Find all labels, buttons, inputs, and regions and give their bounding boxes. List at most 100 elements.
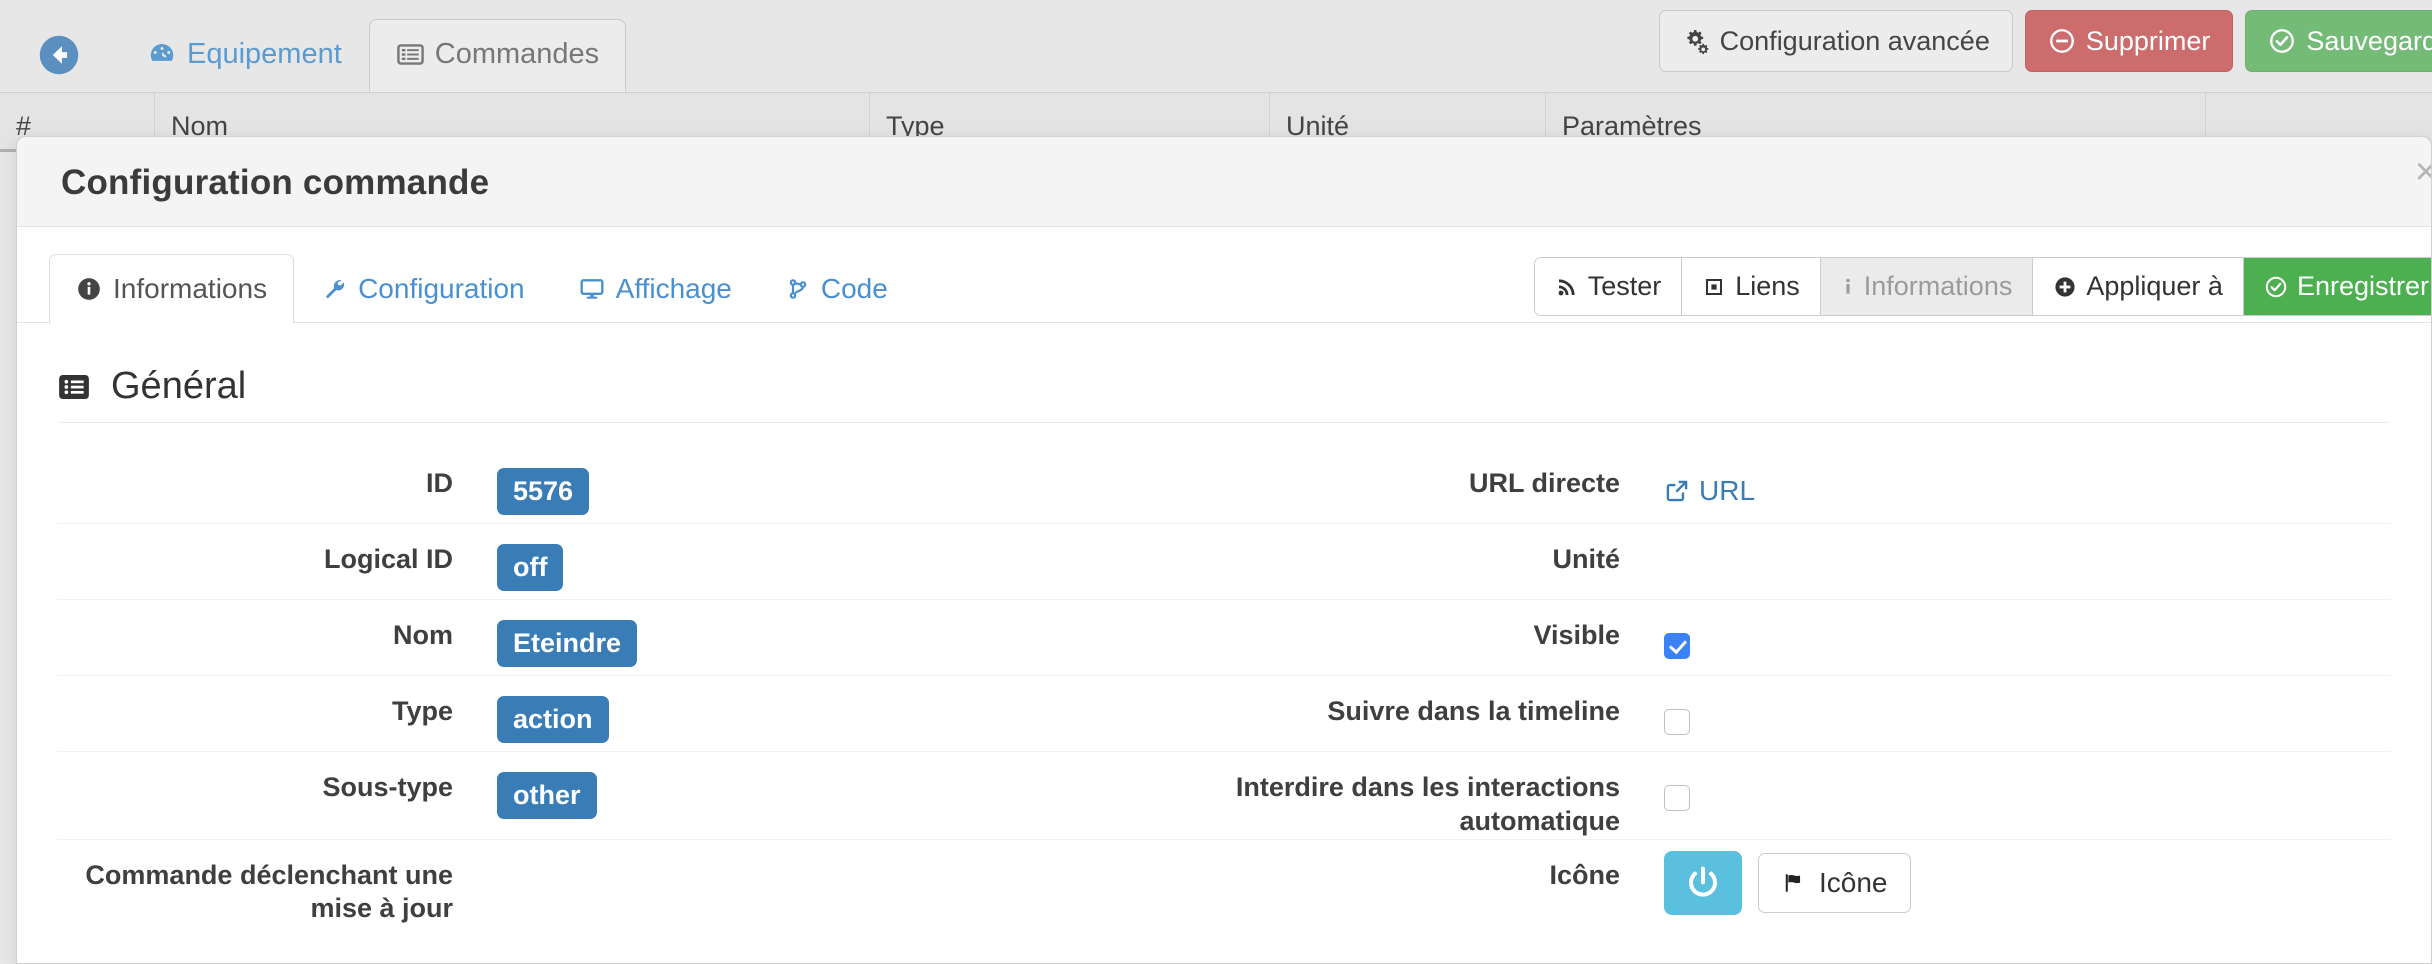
visible-checkbox[interactable] <box>1664 633 1690 659</box>
supprimer-button[interactable]: Supprimer <box>2024 10 2234 72</box>
field-sous-type-control: other <box>453 751 597 827</box>
informations-button[interactable]: Informations <box>1820 258 2034 315</box>
nav-tab-equipement-label: Equipement <box>187 37 342 70</box>
field-nom-label: Nom <box>393 620 453 650</box>
close-icon[interactable]: × <box>2415 151 2431 194</box>
tester-label: Tester <box>1587 271 1662 301</box>
liens-button[interactable]: Liens <box>1682 258 1821 315</box>
field-commande-declenchant-label: Commande déclenchant une mise à jour <box>85 859 453 924</box>
minus-circle-icon <box>2048 27 2076 55</box>
form-row-nom-visible: Nom Eteindre Visible <box>57 599 2391 675</box>
nav-tab-commandes-label: Commandes <box>434 38 600 70</box>
informations-label: Informations <box>1863 271 2013 301</box>
tab-code[interactable]: Code <box>759 254 915 324</box>
appliquer-a-label: Appliquer à <box>2086 271 2223 301</box>
check-circle-icon <box>2264 275 2288 299</box>
modal-tab-bar: Informations Configuration Affichage Cod… <box>17 245 2431 324</box>
field-suivre-timeline-label: Suivre dans la timeline <box>1327 696 1620 726</box>
tab-informations-label: Informations <box>113 273 268 304</box>
field-interdire-interactions-control <box>1620 751 1690 827</box>
section-general-header: Général <box>57 365 2431 408</box>
back-button[interactable] <box>32 28 86 82</box>
suivre-timeline-checkbox[interactable] <box>1664 709 1690 735</box>
form-row-type-timeline: Type action Suivre dans la timeline <box>57 675 2391 751</box>
form-row-logicalid-unite: Logical ID off Unité <box>57 523 2391 599</box>
appliquer-a-button[interactable]: Appliquer à <box>2033 258 2244 315</box>
configuration-avancee-label: Configuration avancée <box>1719 25 1990 56</box>
field-nom-control: Eteindre <box>453 599 638 675</box>
plus-circle-icon <box>2053 275 2077 299</box>
sauvegarder-button[interactable]: Sauvegarder <box>2245 10 2432 72</box>
configuration-commande-modal: Configuration commande × Informations <box>16 136 2432 964</box>
sauvegarder-label: Sauvegarder <box>2306 25 2432 56</box>
field-type-control: action <box>453 675 609 751</box>
form-row-commande-icone: Commande déclenchant une mise à jour Icô… <box>57 838 2391 927</box>
field-sous-type-badge: other <box>497 771 597 819</box>
field-id-badge: 5576 <box>497 467 590 515</box>
icon-preview[interactable] <box>1664 850 1742 915</box>
field-unite-control <box>1620 523 1664 599</box>
field-commande-declenchant: Commande déclenchant une mise à jour <box>57 839 1224 927</box>
dashboard-icon <box>147 39 177 69</box>
tab-informations[interactable]: Informations <box>49 254 295 324</box>
field-type: Type action <box>57 675 1224 751</box>
list-alt-icon <box>396 40 425 69</box>
modal-header: Configuration commande × <box>17 137 2431 227</box>
section-general-title: Général <box>111 365 247 407</box>
field-logical-id-control: off <box>453 523 564 599</box>
code-branch-icon <box>786 276 810 302</box>
background-page: Equipement Commandes Configuration avanc… <box>0 0 2432 964</box>
row-separator <box>57 523 2391 524</box>
section-divider <box>59 422 2389 423</box>
form-row-soustype-interdire: Sous-type other Interdire dans les inter… <box>57 751 2391 839</box>
rss-icon <box>1555 275 1579 299</box>
field-interdire-interactions: Interdire dans les interactions automati… <box>1224 751 2391 839</box>
check-circle-icon <box>2268 27 2296 55</box>
modal-tabs: Informations Configuration Affichage Cod… <box>49 254 915 324</box>
icone-picker-button[interactable]: Icône <box>1758 852 1911 913</box>
enregistrer-button[interactable]: Enregistrer <box>2243 258 2431 315</box>
cogs-icon <box>1682 27 1710 55</box>
tab-affichage[interactable]: Affichage <box>552 254 759 324</box>
tab-affichage-label: Affichage <box>615 273 732 304</box>
field-icone: Icône Icône <box>1224 839 2391 927</box>
tester-button[interactable]: Tester <box>1534 258 1683 315</box>
url-link[interactable]: URL <box>1664 475 1755 507</box>
flag-icon <box>1781 870 1807 896</box>
field-id: ID 5576 <box>57 447 1224 523</box>
url-link-label: URL <box>1699 475 1756 506</box>
field-visible-label: Visible <box>1533 620 1620 650</box>
configuration-avancee-button[interactable]: Configuration avancée <box>1658 10 2013 72</box>
row-separator <box>57 599 2391 600</box>
field-logical-id: Logical ID off <box>57 523 1224 599</box>
field-sous-type-label: Sous-type <box>322 772 453 802</box>
equipment-nav-tabs: Equipement Commandes <box>120 8 627 92</box>
general-form: ID 5576 URL directe URL Logical ID off U… <box>17 447 2431 926</box>
field-visible-control <box>1620 599 1690 675</box>
field-url-directe-label: URL directe <box>1468 468 1620 498</box>
field-suivre-timeline-control <box>1620 675 1690 751</box>
interdire-interactions-checkbox[interactable] <box>1664 785 1690 811</box>
arrow-circle-left-icon <box>37 33 81 77</box>
desktop-icon <box>579 276 605 302</box>
external-link-icon <box>1664 478 1690 504</box>
nav-tab-commandes[interactable]: Commandes <box>368 19 627 92</box>
field-type-badge: action <box>497 695 609 743</box>
nav-tab-equipement[interactable]: Equipement <box>120 18 369 92</box>
field-type-label: Type <box>391 696 453 726</box>
top-navigation-bar: Equipement Commandes Configuration avanc… <box>0 0 2432 92</box>
field-nom-badge: Eteindre <box>497 619 638 667</box>
wrench-icon <box>321 276 347 302</box>
form-row-id-url: ID 5576 URL directe URL <box>57 447 2391 523</box>
info-circle-icon <box>76 276 102 302</box>
field-commande-declenchant-control <box>453 839 497 915</box>
tab-configuration[interactable]: Configuration <box>294 254 552 324</box>
field-unite: Unité <box>1224 523 2391 599</box>
field-url-directe-control: URL <box>1620 447 1755 523</box>
field-id-control: 5576 <box>453 447 590 523</box>
liens-label: Liens <box>1735 271 1800 301</box>
field-interdire-interactions-label: Interdire dans les interactions automati… <box>1235 772 1620 836</box>
field-nom: Nom Eteindre <box>57 599 1224 675</box>
field-logical-id-badge: off <box>497 543 564 591</box>
field-logical-id-label: Logical ID <box>323 544 453 574</box>
